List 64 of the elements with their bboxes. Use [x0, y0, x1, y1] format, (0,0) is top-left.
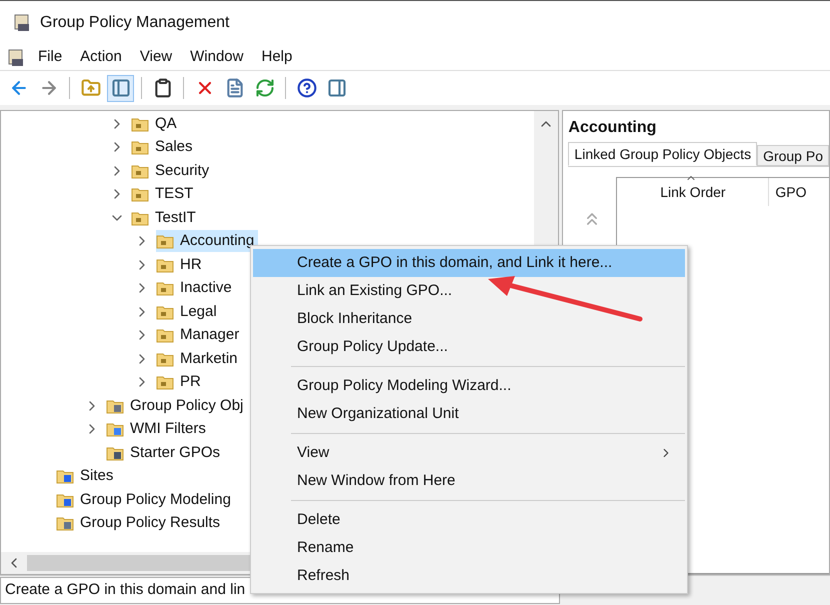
- folder-icon: [131, 210, 149, 226]
- window-title: Group Policy Management: [40, 13, 230, 33]
- tree-item[interactable]: Inactive: [156, 277, 236, 300]
- action-pane-icon: [326, 78, 346, 98]
- folder-icon: [156, 350, 174, 367]
- context-menu-item[interactable]: New Organizational Unit: [253, 400, 685, 428]
- menu-item[interactable]: View: [134, 46, 178, 69]
- folder-icon: [156, 256, 174, 273]
- folder-icon: [156, 304, 174, 320]
- refresh-icon: [254, 78, 274, 98]
- folder-icon: [156, 327, 174, 344]
- menu-item[interactable]: Help: [255, 46, 298, 69]
- folder-icon: [156, 374, 174, 390]
- folder-icon: [106, 421, 124, 438]
- context-menu-item[interactable]: Rename: [253, 534, 685, 562]
- folder-up-icon: [80, 78, 100, 98]
- context-menu-item[interactable]: View: [253, 439, 685, 467]
- context-menu-item[interactable]: Link an Existing GPO...: [253, 277, 685, 305]
- folder-icon: [131, 139, 149, 156]
- menu-item[interactable]: Window: [184, 46, 250, 69]
- tree-item[interactable]: QA: [131, 112, 181, 135]
- column-header[interactable]: Link Order: [617, 178, 770, 206]
- tree-item[interactable]: Legal: [156, 300, 221, 323]
- tree-item[interactable]: HR: [156, 254, 206, 276]
- folder-icon: [56, 515, 74, 532]
- tab[interactable]: Linked Group Policy Objects: [568, 142, 758, 166]
- tree-item[interactable]: PR: [156, 371, 205, 394]
- context-menu-item[interactable]: Delete: [253, 506, 685, 534]
- tree-item[interactable]: TEST: [131, 183, 198, 206]
- tree-pane-icon: [110, 78, 130, 98]
- tree-item[interactable]: Marketin: [156, 348, 242, 370]
- folder-icon: [56, 492, 74, 508]
- folder-icon: [106, 398, 124, 414]
- tree-item[interactable]: Sales: [131, 136, 197, 158]
- tree-item[interactable]: Manager: [156, 324, 244, 346]
- tab[interactable]: Group Po: [757, 145, 829, 166]
- folder-icon: [56, 468, 74, 484]
- context-menu-item[interactable]: New Window from Here: [253, 467, 685, 495]
- context-menu-item[interactable]: Group Policy Modeling Wizard...: [253, 372, 685, 400]
- tree-item[interactable]: Sites: [56, 465, 118, 488]
- tree-item[interactable]: WMI Filters: [106, 418, 210, 440]
- folder-icon: [156, 280, 174, 296]
- tree-item[interactable]: Group Policy Modeling: [56, 488, 235, 511]
- tree-item[interactable]: TestIT: [131, 206, 200, 229]
- context-menu-item[interactable]: Group Policy Update...: [253, 333, 685, 361]
- context-menu-item[interactable]: Block Inheritance: [253, 305, 685, 333]
- menu-item[interactable]: Action: [74, 46, 128, 69]
- properties-icon: [224, 78, 244, 98]
- column-header[interactable]: GPO: [769, 178, 807, 206]
- tree-item[interactable]: Accounting: [156, 230, 258, 252]
- tree-item[interactable]: Starter GPOs: [106, 442, 224, 464]
- folder-icon: [131, 116, 149, 132]
- menu-item[interactable]: File: [32, 46, 68, 69]
- folder-icon: [106, 444, 124, 461]
- panel-title: Accounting: [568, 118, 658, 138]
- tree-item[interactable]: Security: [131, 160, 214, 182]
- tree-item[interactable]: Group Policy Results: [56, 512, 224, 534]
- folder-icon: [156, 233, 174, 250]
- folder-icon: [131, 162, 149, 179]
- help-icon: [296, 78, 316, 98]
- clipboard-icon: [152, 78, 172, 98]
- tree-item[interactable]: Group Policy Obj: [106, 394, 248, 417]
- folder-icon: [131, 186, 149, 202]
- context-menu-item[interactable]: Create a GPO in this domain, and Link it here...: [253, 249, 685, 277]
